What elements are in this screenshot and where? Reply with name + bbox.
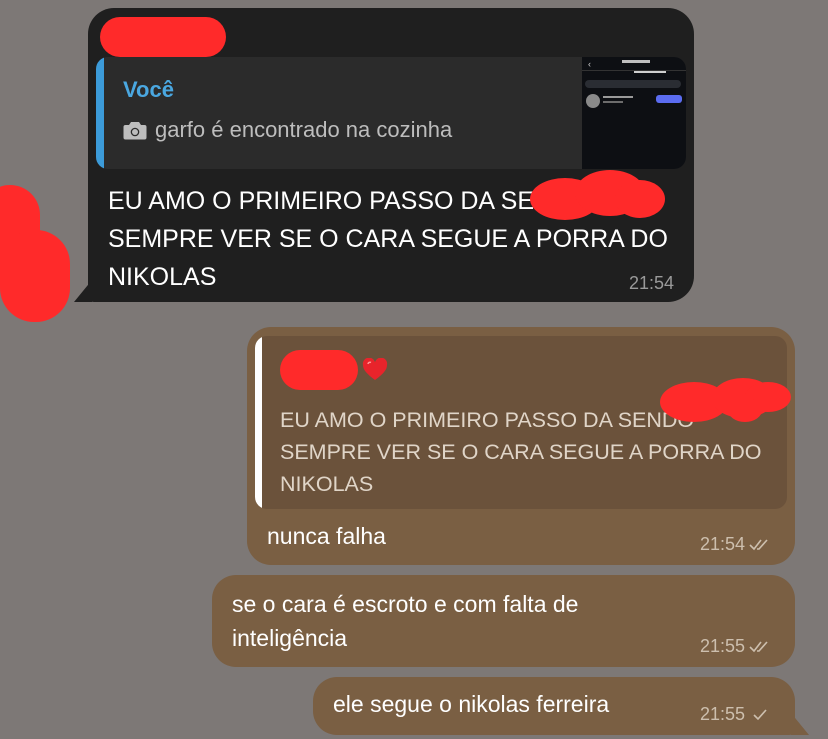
message-text: ele segue o nikolas ferreira	[333, 691, 610, 717]
author-name-redaction	[280, 350, 358, 390]
thumbnail-title	[622, 60, 650, 63]
sender-name-redaction	[100, 17, 226, 57]
heart-icon	[362, 358, 388, 380]
thumbnail-follow-button	[656, 95, 682, 103]
outgoing-message-bubble[interactable]: ele segue o nikolas ferreira 21:55	[313, 677, 809, 735]
message-time: 21:55	[699, 636, 745, 656]
reply-accent-bar	[255, 336, 262, 509]
message-text: nunca falha	[267, 523, 386, 549]
single-check-icon	[753, 708, 767, 720]
outgoing-message-bubble[interactable]: EU AMO O PRIMEIRO PASSO DA SENDO SEMPRE …	[247, 327, 795, 565]
reply-author	[280, 350, 388, 390]
thumbnail-back-icon: ‹	[588, 59, 591, 69]
message-timestamp: 21:55	[700, 636, 773, 657]
double-check-icon	[749, 538, 768, 550]
double-check-icon	[749, 640, 768, 652]
camera-icon	[123, 121, 147, 139]
text-redaction	[615, 180, 665, 218]
reply-author: Você	[123, 77, 174, 102]
reply-media-caption: garfo é encontrado na cozinha	[123, 117, 452, 143]
incoming-message-bubble[interactable]: Você garfo é encontrado na cozinha ‹ EU …	[74, 8, 694, 302]
text-redaction	[728, 398, 762, 422]
thumbnail-active-tab	[634, 71, 666, 73]
reply-caption-text: garfo é encontrado na cozinha	[155, 117, 453, 142]
thumbnail-subtitle	[603, 101, 623, 103]
thumbnail-search	[585, 80, 681, 88]
chat-area[interactable]: Você garfo é encontrado na cozinha ‹ EU …	[0, 0, 828, 739]
avatar-redaction	[0, 230, 70, 322]
reply-accent-bar	[96, 57, 104, 169]
message-timestamp: 21:54	[700, 534, 773, 555]
reply-quote[interactable]: EU AMO O PRIMEIRO PASSO DA SENDO SEMPRE …	[255, 336, 787, 509]
message-timestamp: 21:55	[700, 704, 773, 725]
thumbnail-avatar	[586, 94, 600, 108]
message-time: 21:54	[699, 534, 745, 554]
reply-media-thumbnail[interactable]: ‹	[582, 57, 686, 169]
message-text: se o cara é escroto e com falta de intel…	[232, 591, 579, 651]
outgoing-message-bubble[interactable]: se o cara é escroto e com falta de intel…	[212, 575, 795, 667]
reply-quote[interactable]: Você garfo é encontrado na cozinha ‹	[96, 57, 686, 169]
bubble-tail	[74, 280, 92, 302]
thumbnail-username	[603, 96, 633, 98]
message-time: 21:55	[699, 704, 745, 724]
message-timestamp: 21:54	[628, 273, 674, 293]
bubble-tail	[791, 713, 809, 735]
